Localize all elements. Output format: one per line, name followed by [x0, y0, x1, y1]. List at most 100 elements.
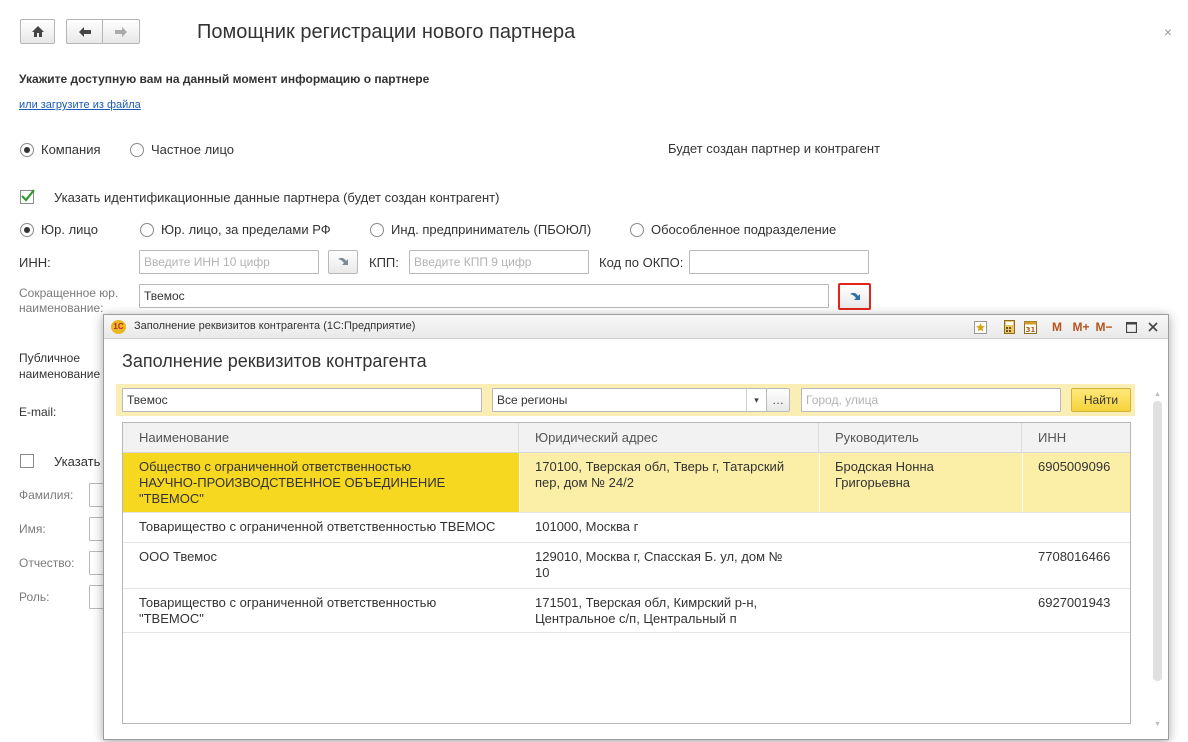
memory-plus-button[interactable]: M+ — [1071, 319, 1091, 335]
cell-address: 101000, Москва г — [519, 513, 819, 542]
cell-inn: 6905009096 — [1038, 459, 1111, 474]
cell-address: 170100, Тверская обл, Тверь г, Татарский… — [519, 453, 819, 512]
radio-subdivision[interactable] — [630, 223, 644, 237]
cell-name-line: Общество с ограниченной ответственностью — [139, 459, 412, 474]
find-button[interactable]: Найти — [1071, 388, 1131, 412]
lastname-label: Фамилия: — [19, 488, 74, 502]
star-icon — [973, 320, 987, 334]
dialog-titlebar: 1С Заполнение реквизитов контрагента (1С… — [104, 315, 1168, 339]
arrow-left-icon — [78, 26, 91, 37]
cell-address-line: 129010, Москва г, Спасская Б. ул, дом № — [535, 549, 783, 564]
city-street-input[interactable]: Город, улица — [801, 388, 1061, 412]
patronymic-label: Отчество: — [19, 556, 75, 570]
firstname-label: Имя: — [19, 522, 46, 536]
inn-label: ИНН: — [19, 255, 51, 270]
dialog-close-icon[interactable] — [1145, 319, 1161, 335]
identify-checkbox-label: Указать идентификационные данные партнер… — [54, 190, 500, 205]
home-button[interactable] — [20, 19, 55, 44]
calendar-icon[interactable]: 31 — [1022, 319, 1038, 335]
contact-checkbox[interactable] — [20, 454, 34, 468]
cell-name-line: "ТВЕМОС" — [139, 611, 204, 626]
cell-address-line: 171501, Тверская обл, Кимрский р-н, — [535, 595, 758, 610]
cell-address-line: 10 — [535, 565, 550, 580]
identify-checkbox[interactable] — [20, 189, 35, 204]
radio-foreign-entity-label: Юр. лицо, за пределами РФ — [161, 222, 331, 237]
1c-logo-icon: 1С — [111, 320, 126, 334]
short-name-input[interactable]: Твемос — [139, 284, 829, 308]
name-search-input[interactable]: Твемос — [122, 388, 482, 412]
cell-name-line: Товарищество с ограниченной ответственно… — [139, 595, 437, 610]
intro-heading: Укажите доступную вам на данный момент и… — [19, 72, 430, 86]
load-from-file-link[interactable]: или загрузите из файла — [19, 99, 141, 111]
cell-director-line: Григорьевна — [835, 475, 911, 490]
cell-name-line: ООО Твемос — [139, 549, 217, 564]
cell-name-line: Товарищество с ограниченной ответственно… — [139, 519, 496, 534]
cell-address: 129010, Москва г, Спасская Б. ул, дом № … — [519, 543, 819, 588]
inn-input[interactable]: Введите ИНН 10 цифр — [139, 250, 319, 274]
cell-inn: 6927001943 — [1038, 595, 1111, 610]
role-label: Роль: — [19, 590, 50, 604]
vertical-scrollbar[interactable] — [1153, 401, 1162, 681]
radio-legal-entity[interactable] — [20, 223, 34, 237]
cell-name: Товарищество с ограниченной ответственно… — [123, 589, 519, 632]
table-row[interactable]: Товарищество с ограниченной ответственно… — [123, 513, 1130, 543]
cell-address: 171501, Тверская обл, Кимрский р-н, Цент… — [519, 589, 819, 632]
radio-foreign-entity[interactable] — [140, 223, 154, 237]
calculator-icon[interactable] — [1001, 319, 1017, 335]
forward-button[interactable] — [102, 19, 140, 44]
col-address-header[interactable]: Юридический адрес — [519, 423, 819, 453]
okpo-input[interactable] — [689, 250, 869, 274]
chevron-down-icon[interactable]: ▾ — [746, 389, 766, 411]
checkmark-icon — [21, 189, 35, 202]
table-header: Наименование Юридический адрес Руководит… — [123, 423, 1130, 453]
cell-director-line: Бродская Нонна — [835, 459, 934, 474]
radio-company-label: Компания — [41, 142, 101, 157]
fill-requisites-dialog: 1С Заполнение реквизитов контрагента (1С… — [103, 314, 1169, 740]
col-name-header[interactable]: Наименование — [123, 423, 519, 453]
memory-m-button[interactable]: M — [1049, 319, 1065, 335]
fill-arrow-icon — [338, 257, 348, 265]
arrow-right-icon — [115, 26, 127, 37]
assistant-window: Помощник регистрации нового партнера × У… — [0, 0, 1188, 742]
radio-subdivision-label: Обособленное подразделение — [651, 222, 837, 237]
cell-name: ООО Твемос — [123, 543, 519, 588]
radio-company[interactable] — [20, 143, 34, 157]
maximize-icon[interactable] — [1123, 319, 1139, 335]
table-row[interactable]: Общество с ограниченной ответственностью… — [123, 453, 1130, 513]
creation-note: Будет создан партнер и контрагент — [668, 141, 881, 156]
col-director-header[interactable]: Руководитель — [819, 423, 1022, 453]
region-pick-button[interactable]: … — [766, 388, 790, 412]
favorite-icon[interactable] — [972, 319, 988, 335]
cell-inn: 7708016466 — [1038, 549, 1111, 564]
svg-text:31: 31 — [1025, 326, 1035, 334]
contact-checkbox-label: Указать — [54, 454, 101, 469]
region-select[interactable]: Все регионы ▾ — [492, 388, 767, 412]
page-title: Помощник регистрации нового партнера — [197, 21, 576, 43]
kpp-label: КПП: — [369, 255, 399, 270]
col-inn-header[interactable]: ИНН — [1022, 423, 1132, 453]
cell-name-line: "ТВЕМОС" — [139, 491, 204, 506]
home-icon — [31, 26, 44, 37]
public-name-label-line1: Публичное — [19, 351, 81, 365]
table-row[interactable]: Товарищество с ограниченной ответственно… — [123, 589, 1130, 633]
short-name-label-line2: наименование: — [19, 301, 104, 315]
back-button[interactable] — [66, 19, 103, 44]
email-label: E-mail: — [19, 405, 57, 419]
scroll-down-icon[interactable]: ▼ — [1153, 721, 1162, 728]
close-icon[interactable]: × — [1164, 24, 1172, 40]
cell-address-line: пер, дом № 24/2 — [535, 475, 634, 490]
inn-fill-button[interactable] — [328, 250, 358, 274]
results-table: Наименование Юридический адрес Руководит… — [122, 422, 1131, 724]
public-name-label-line2: наименование — [19, 367, 101, 381]
kpp-input[interactable]: Введите КПП 9 цифр — [409, 250, 589, 274]
scroll-up-icon[interactable]: ▲ — [1153, 391, 1162, 398]
fill-by-name-button[interactable] — [838, 283, 871, 310]
region-select-value: Все регионы — [497, 393, 568, 407]
memory-minus-button[interactable]: M− — [1094, 319, 1114, 335]
cell-name: Общество с ограниченной ответственностью… — [123, 453, 519, 512]
cell-address-line: 101000, Москва г — [535, 519, 639, 534]
cell-name-line: НАУЧНО-ПРОИЗВОДСТВЕННОЕ ОБЪЕДИНЕНИЕ — [139, 475, 446, 490]
radio-entrepreneur[interactable] — [370, 223, 384, 237]
radio-private-person[interactable] — [130, 143, 144, 157]
table-row[interactable]: ООО Твемос 129010, Москва г, Спасская Б.… — [123, 543, 1130, 589]
